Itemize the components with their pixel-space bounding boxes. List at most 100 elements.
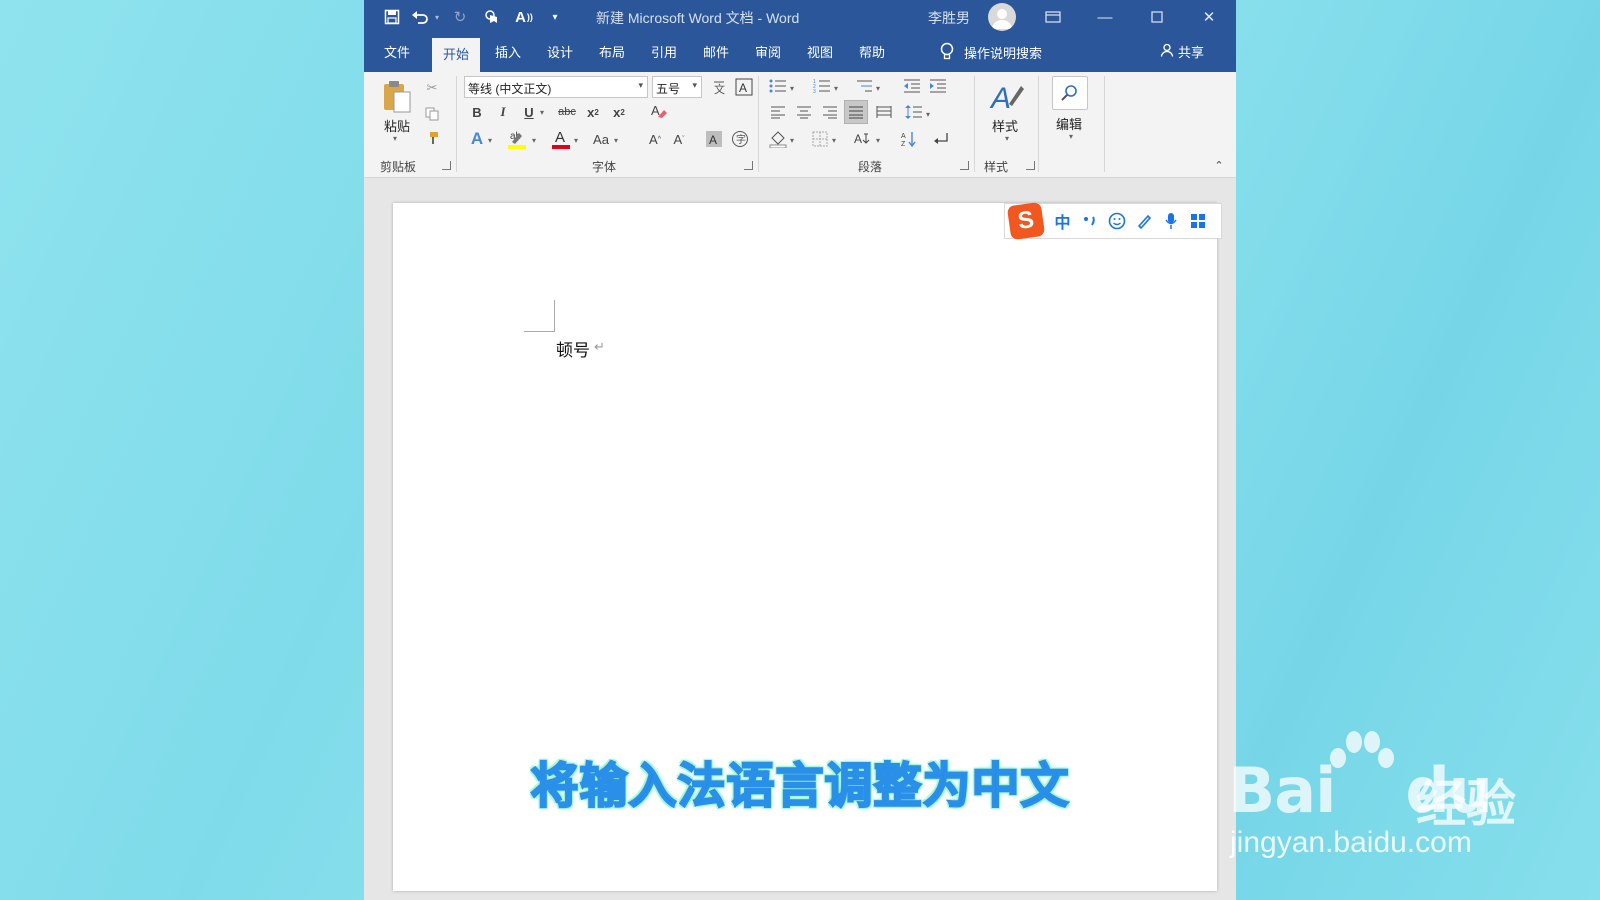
tab-design[interactable]: 设计 [547,42,573,61]
italic-icon[interactable]: I [494,102,512,122]
line-spacing-icon[interactable] [904,102,924,122]
line-spacing-dropdown-icon[interactable]: ▾ [926,110,930,119]
chinese-layout-icon[interactable]: A [850,128,872,150]
cut-icon[interactable]: ✂ [422,78,442,98]
avatar[interactable] [988,3,1016,31]
shading-icon[interactable] [768,128,788,150]
tab-mailings[interactable]: 邮件 [703,42,729,61]
read-aloud-icon[interactable]: A)) [512,6,536,28]
redo-icon[interactable]: ↻ [448,6,472,28]
editing-dropdown-icon[interactable]: ▾ [1069,132,1073,141]
touch-mode-icon[interactable] [480,6,504,28]
justify-icon[interactable] [844,100,868,124]
change-case-icon[interactable]: Aa [590,128,612,150]
multilevel-dropdown-icon[interactable]: ▾ [876,84,880,93]
ime-mode-toggle[interactable]: 中 [1049,206,1076,236]
shading-dropdown-icon[interactable]: ▾ [790,136,794,145]
paste-icon[interactable] [380,80,414,114]
superscript-icon[interactable]: x2 [610,102,628,122]
bullets-icon[interactable] [768,76,788,96]
text-effects-icon[interactable]: A [468,128,486,150]
sogou-logo-icon[interactable]: S [1006,201,1046,241]
phonetic-guide-icon[interactable]: 文 [710,78,728,96]
styles-icon[interactable]: A [986,78,1026,114]
character-shading-icon[interactable]: A [704,128,724,150]
underline-icon[interactable]: U [520,102,538,122]
paste-dropdown-icon[interactable]: ▾ [393,134,397,143]
ribbon-display-icon[interactable] [1038,4,1068,30]
styles-label[interactable]: 样式 [992,116,1018,135]
tab-help[interactable]: 帮助 [859,42,885,61]
sort-icon[interactable]: AZ [898,128,920,150]
save-icon[interactable] [380,6,404,28]
svg-text:A: A [739,81,747,95]
font-launcher-icon[interactable] [744,161,753,170]
minimize-icon[interactable]: — [1090,4,1120,30]
highlight-dropdown-icon[interactable]: ▾ [532,136,536,145]
tab-home[interactable]: 开始 [432,38,481,72]
svg-text:A: A [709,133,717,147]
copy-icon[interactable] [422,104,442,124]
emoji-icon[interactable] [1103,206,1130,236]
enclose-characters-icon[interactable]: 字 [730,128,750,150]
font-size-field[interactable]: 五号 ▾ [652,76,702,98]
font-color-dropdown-icon[interactable]: ▾ [574,136,578,145]
document-text[interactable]: 顿号 [556,336,590,361]
share-button[interactable]: 共享 [1160,42,1204,61]
multilevel-list-icon[interactable] [854,76,874,96]
tab-layout[interactable]: 布局 [599,42,625,61]
maximize-icon[interactable] [1142,4,1172,30]
align-center-icon[interactable] [794,102,814,122]
strikethrough-icon[interactable]: abc [556,102,578,122]
collapse-ribbon-icon[interactable]: ⌃ [1212,158,1226,172]
close-icon[interactable]: ✕ [1194,4,1224,30]
voice-icon[interactable] [1157,206,1184,236]
tab-references[interactable]: 引用 [651,42,677,61]
customize-icon[interactable]: ▾ [548,6,562,28]
undo-icon[interactable] [408,6,432,28]
increase-indent-icon[interactable] [928,76,948,96]
styles-launcher-icon[interactable] [1026,161,1035,170]
group-divider [1038,76,1039,172]
font-color-icon[interactable]: A [550,126,572,150]
text-effects-dropdown-icon[interactable]: ▾ [488,136,492,145]
toolbox-icon[interactable] [1184,206,1211,236]
tab-view[interactable]: 视图 [807,42,833,61]
find-icon[interactable] [1052,76,1088,110]
decrease-indent-icon[interactable] [902,76,922,96]
underline-dropdown-icon[interactable]: ▾ [540,108,544,117]
distributed-icon[interactable] [874,102,894,122]
character-border-icon[interactable]: A [734,77,754,97]
highlight-icon[interactable]: ab [506,126,528,150]
paragraph-launcher-icon[interactable] [960,161,969,170]
format-painter-icon[interactable] [422,128,442,148]
skin-icon[interactable] [1130,206,1157,236]
tab-file[interactable]: 文件 [384,42,410,61]
change-case-dropdown-icon[interactable]: ▾ [614,136,618,145]
bullets-dropdown-icon[interactable]: ▾ [790,84,794,93]
borders-icon[interactable] [810,128,830,150]
shrink-font-icon[interactable]: Aˇ [670,128,688,150]
tab-review[interactable]: 审阅 [755,42,781,61]
bold-icon[interactable]: B [468,102,486,122]
chinese-layout-dropdown-icon[interactable]: ▾ [876,136,880,145]
numbering-dropdown-icon[interactable]: ▾ [834,84,838,93]
show-marks-icon[interactable] [930,128,952,150]
tell-me-search[interactable]: 操作说明搜索 [940,42,1042,63]
punctuation-icon[interactable] [1076,206,1103,236]
clipboard-launcher-icon[interactable] [442,161,451,170]
paste-label[interactable]: 粘贴 [384,116,410,135]
align-right-icon[interactable] [820,102,840,122]
grow-font-icon[interactable]: A ^ [646,128,664,150]
tab-insert[interactable]: 插入 [495,42,521,61]
align-left-icon[interactable] [768,102,788,122]
editing-label[interactable]: 编辑 [1056,114,1082,133]
user-name[interactable]: 李胜男 [928,8,970,28]
numbering-icon[interactable]: 123 [812,76,832,96]
font-name-field[interactable]: 等线 (中文正文) ▾ [464,76,648,98]
subscript-icon[interactable]: x2 [584,102,602,122]
clear-formatting-icon[interactable]: A [648,100,670,122]
borders-dropdown-icon[interactable]: ▾ [832,136,836,145]
undo-dropdown-icon[interactable]: ▾ [432,6,442,28]
styles-dropdown-icon[interactable]: ▾ [1005,134,1009,143]
